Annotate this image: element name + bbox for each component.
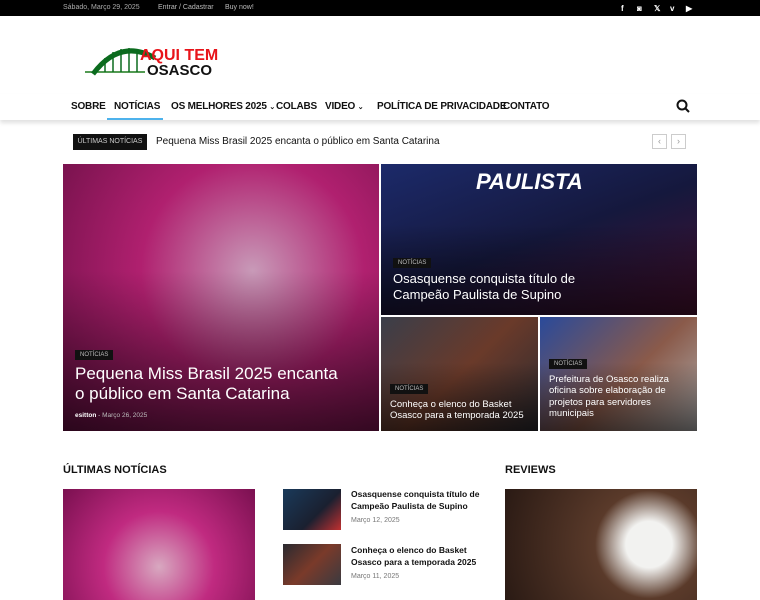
vimeo-icon[interactable]: v (670, 4, 674, 13)
search-icon[interactable] (676, 99, 690, 118)
ticker-label: ÚLTIMAS NOTÍCIAS (73, 134, 147, 150)
nav-noticias[interactable]: NOTÍCIAS (114, 101, 160, 112)
login-link[interactable]: Entrar / Cadastrar (158, 4, 214, 11)
instagram-icon[interactable]: ◙ (637, 4, 642, 13)
site-logo[interactable]: AQUI TEM OSASCO (85, 40, 225, 80)
latest-main-image[interactable] (63, 489, 255, 600)
list-item-date: Março 11, 2025 (351, 573, 400, 580)
nav-label: OS MELHORES 2025 (171, 101, 267, 112)
list-thumbnail[interactable] (283, 544, 341, 585)
featured-tile-2[interactable]: PAULISTA NOTÍCIAS Osasquense conquista t… (381, 164, 697, 315)
featured-title[interactable]: Osasquense conquista título de Campeão P… (393, 271, 623, 302)
featured-tile-3[interactable]: NOTÍCIAS Conheça o elenco do Basket Osas… (381, 317, 538, 431)
list-item-title[interactable]: Conheça o elenco do Basket Osasco para a… (351, 544, 481, 569)
ticker-headline[interactable]: Pequena Miss Brasil 2025 encanta o públi… (156, 136, 440, 147)
chevron-down-icon: ⌄ (269, 104, 275, 111)
list-thumbnail[interactable] (283, 489, 341, 530)
list-item-title[interactable]: Osasquense conquista título de Campeão P… (351, 488, 481, 513)
x-icon[interactable]: 𝕏 (654, 4, 660, 13)
featured-tile-4[interactable]: NOTÍCIAS Prefeitura de Osasco realiza of… (540, 317, 697, 431)
ticker-next-button[interactable]: › (671, 134, 686, 149)
chevron-down-icon: ⌄ (357, 104, 364, 111)
svg-text:OSASCO: OSASCO (147, 62, 212, 79)
nav-colabs[interactable]: COLABS (276, 101, 317, 112)
featured-title[interactable]: Pequena Miss Brasil 2025 encanta o públi… (75, 364, 345, 405)
post-author[interactable]: esitton (75, 412, 96, 419)
list-item-date: Março 12, 2025 (351, 517, 400, 524)
nav-sobre[interactable]: SOBRE (71, 101, 106, 112)
featured-tile-main[interactable]: NOTÍCIAS Pequena Miss Brasil 2025 encant… (63, 164, 379, 431)
nav-label: VIDEO (325, 101, 356, 112)
buy-now-link[interactable]: Buy now! (225, 4, 254, 11)
category-badge[interactable]: NOTÍCIAS (390, 384, 429, 394)
ticker-prev-button[interactable]: ‹ (652, 134, 667, 149)
featured-title[interactable]: Prefeitura de Osasco realiza oficina sob… (549, 374, 694, 420)
section-heading-reviews: REVIEWS (505, 464, 556, 476)
category-badge[interactable]: NOTÍCIAS (549, 359, 588, 369)
post-meta: esitton - Março 26, 2025 (75, 412, 148, 419)
youtube-icon[interactable]: ▶ (686, 4, 692, 13)
nav-active-indicator (107, 118, 163, 120)
post-date: Março 26, 2025 (102, 412, 148, 419)
nav-contato[interactable]: CONTATO (503, 101, 550, 112)
nav-video[interactable]: VIDEO ⌄ (325, 101, 364, 112)
featured-title[interactable]: Conheça o elenco do Basket Osasco para a… (390, 399, 535, 422)
top-bar: Sábado, Março 29, 2025 Entrar / Cadastra… (0, 0, 760, 16)
main-nav: SOBRE NOTÍCIAS OS MELHORES 2025 ⌄ COLABS… (0, 94, 760, 120)
review-image[interactable] (505, 489, 697, 600)
current-date: Sábado, Março 29, 2025 (63, 4, 140, 11)
facebook-icon[interactable]: f (621, 4, 624, 13)
nav-os-melhores[interactable]: OS MELHORES 2025 ⌄ (171, 101, 275, 112)
nav-politica[interactable]: POLÍTICA DE PRIVACIDADE (377, 101, 506, 112)
category-badge[interactable]: NOTÍCIAS (75, 350, 114, 360)
category-badge[interactable]: NOTÍCIAS (393, 258, 432, 268)
section-heading-latest: ÚLTIMAS NOTÍCIAS (63, 464, 167, 476)
